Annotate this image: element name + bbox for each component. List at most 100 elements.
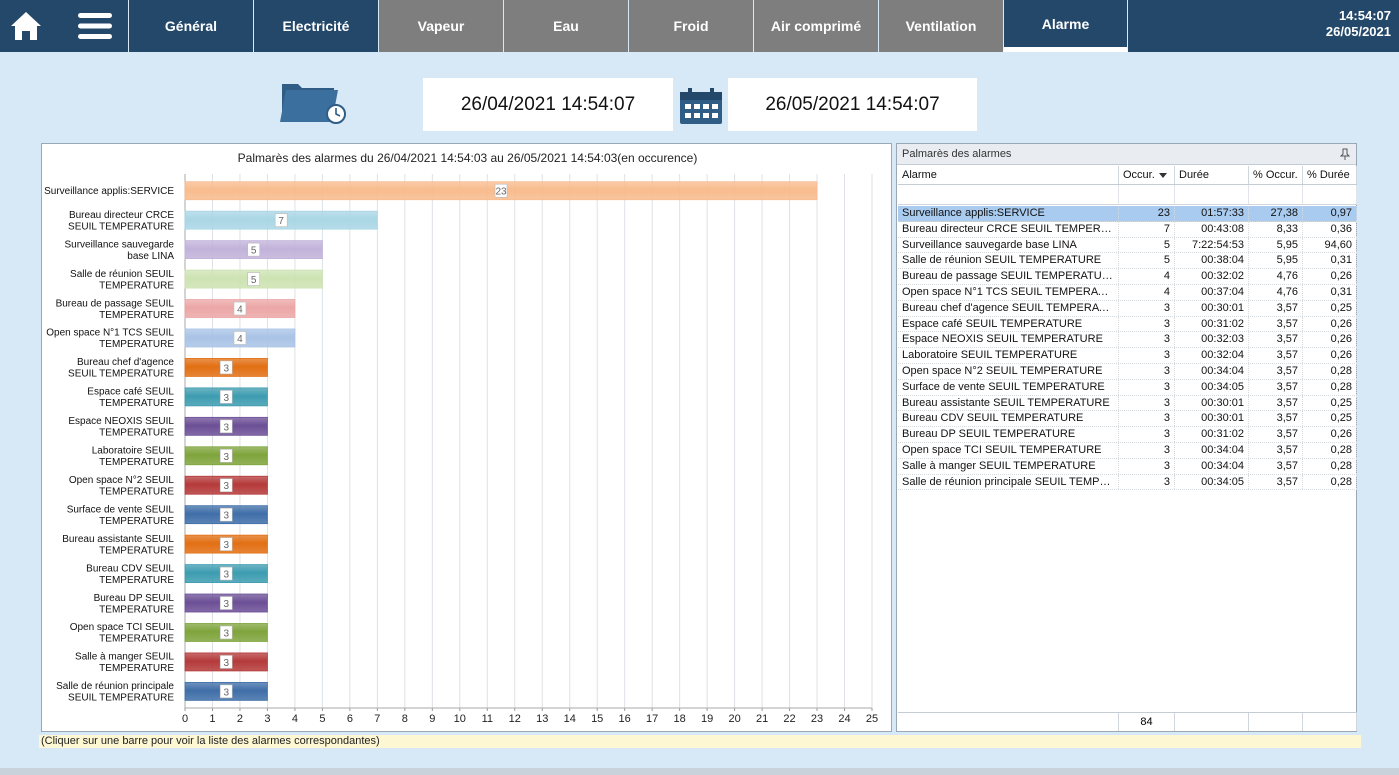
category-label: TEMPERATURE: [99, 663, 174, 674]
column-header-duree[interactable]: Durée: [1175, 166, 1249, 184]
cell-alarme: Bureau chef d'agence SEUIL TEMPERATURE: [898, 300, 1119, 316]
column-header-pct-occur[interactable]: % Occur.: [1249, 166, 1303, 184]
pin-icon[interactable]: [1340, 148, 1350, 160]
x-tick-label: 16: [619, 713, 631, 725]
table-row[interactable]: Open space N°2 SEUIL TEMPERATURE 3 00:34:0…: [898, 363, 1357, 380]
column-header-occur[interactable]: Occur.: [1119, 166, 1175, 184]
table-row[interactable]: Salle de réunion principale SEUIL TEMPER…: [898, 474, 1357, 491]
tab-air-comprime[interactable]: Air comprimé: [753, 0, 878, 52]
cell-occur: 3: [1119, 379, 1175, 395]
alarm-ranking-table-panel: Palmarès des alarmes Alarme Occur. Durée…: [896, 143, 1357, 732]
menu-button[interactable]: [62, 0, 128, 52]
home-button[interactable]: [0, 0, 52, 52]
category-label: Open space TCI SEUIL: [70, 622, 175, 633]
category-label: Bureau CDV SEUIL: [86, 563, 174, 574]
table-caption-text: Palmarès des alarmes: [902, 148, 1012, 160]
table-caption: Palmarès des alarmes: [897, 144, 1356, 165]
tab-vapeur[interactable]: Vapeur: [378, 0, 503, 52]
category-label: SEUIL TEMPERATURE: [68, 693, 174, 704]
cell-pct-duree: 0,28: [1303, 474, 1357, 490]
table-row[interactable]: Bureau directeur CRCE SEUIL TEMPERATURE 7…: [898, 221, 1357, 238]
table-row[interactable]: Surveillance sauvegarde base LINA 5 7:22:5…: [898, 237, 1357, 254]
x-tick-label: 19: [701, 713, 713, 725]
sort-descending-icon: [1158, 172, 1167, 178]
bar-value-label: 23: [495, 187, 507, 198]
category-label: Espace NEOXIS SEUIL: [68, 416, 174, 427]
table-row[interactable]: Laboratoire SEUIL TEMPERATURE 3 00:32:04 3,…: [898, 348, 1357, 364]
filter-cell-pct-occur[interactable]: [1249, 185, 1303, 204]
alarm-bar-chart[interactable]: 0 1 2 3 4 5 6 7 8 9 10 11 12 13 14 15 16 17 18 19 20 21 22 23 24…: [42, 144, 893, 733]
bar-value-label: 3: [223, 363, 229, 374]
column-header-pct-duree[interactable]: % Durée: [1303, 166, 1357, 184]
column-header-alarme[interactable]: Alarme: [898, 166, 1119, 184]
cell-pct-occur: 3,57: [1249, 395, 1303, 411]
tab-alarme[interactable]: Alarme: [1003, 0, 1128, 52]
table-row[interactable]: Bureau DP SEUIL TEMPERATURE 3 00:31:02 3,57…: [898, 427, 1357, 443]
cell-pct-duree: 0,25: [1303, 411, 1357, 427]
bar-value-label: 3: [223, 511, 229, 522]
x-tick-label: 18: [674, 713, 686, 725]
cell-duree: 00:32:04: [1175, 348, 1249, 363]
cell-duree: 00:31:02: [1175, 427, 1249, 442]
table-row[interactable]: Open space N°1 TCS SEUIL TEMPERATURE 4 00:…: [898, 284, 1357, 301]
filter-cell-alarme[interactable]: [898, 185, 1119, 204]
top-nav-bar: Général Electricité Vapeur Eau Froid Air…: [0, 0, 1399, 52]
tab-general[interactable]: Général: [128, 0, 253, 52]
bar-value-label: 3: [223, 422, 229, 433]
tab-eau[interactable]: Eau: [503, 0, 628, 52]
table-row[interactable]: Open space TCI SEUIL TEMPERATURE 3 00:34:0…: [898, 442, 1357, 459]
table-row[interactable]: Bureau CDV SEUIL TEMPERATURE 3 00:30:01 3,5…: [898, 411, 1357, 428]
hamburger-icon: [78, 13, 112, 39]
end-date-field[interactable]: 26/05/2021 14:54:07: [728, 78, 977, 131]
cell-occur: 3: [1119, 458, 1175, 474]
table-row[interactable]: Bureau chef d'agence SEUIL TEMPERATURE 3 0…: [898, 300, 1357, 317]
table-row[interactable]: Surface de vente SEUIL TEMPERATURE 3 00:34…: [898, 379, 1357, 396]
cell-pct-duree: 0,31: [1303, 284, 1357, 300]
category-label: TEMPERATURE: [99, 398, 174, 409]
cell-pct-duree: 0,28: [1303, 379, 1357, 395]
category-label: TEMPERATURE: [99, 604, 174, 615]
start-date-field[interactable]: 26/04/2021 14:54:07: [423, 78, 673, 131]
table-row[interactable]: Bureau de passage SEUIL TEMPERATURE 4 00:3…: [898, 269, 1357, 285]
footer-cell-pct-duree: [1303, 713, 1357, 731]
bar-value-label: 3: [223, 570, 229, 581]
table-row[interactable]: Espace café SEUIL TEMPERATURE 3 00:31:02 3,…: [898, 316, 1357, 333]
bar-value-label: 3: [223, 393, 229, 404]
filter-row[interactable]: [898, 185, 1357, 205]
bar-value-label: 4: [237, 305, 243, 316]
filter-cell-duree[interactable]: [1175, 185, 1249, 204]
cell-alarme: Salle de réunion SEUIL TEMPERATURE: [898, 253, 1119, 269]
tab-electricite[interactable]: Electricité: [253, 0, 378, 52]
footer-cell-alarme: [898, 713, 1119, 731]
cell-pct-duree: 94,60: [1303, 237, 1357, 253]
filter-cell-pct-duree[interactable]: [1303, 185, 1357, 204]
tab-ventilation[interactable]: Ventilation: [878, 0, 1003, 52]
cell-occur: 3: [1119, 332, 1175, 348]
cell-pct-occur: 3,57: [1249, 427, 1303, 442]
x-tick-label: 12: [509, 713, 521, 725]
alarm-grid: Alarme Occur. Durée % Occur. % Durée Sur…: [898, 166, 1357, 491]
category-label: SEUIL TEMPERATURE: [68, 369, 174, 380]
category-label: Open space N°1 TCS SEUIL: [46, 328, 174, 339]
cell-alarme: Espace NEOXIS SEUIL TEMPERATURE: [898, 332, 1119, 348]
calendar-icon[interactable]: [677, 86, 725, 126]
category-label: TEMPERATURE: [99, 575, 174, 586]
table-row[interactable]: Espace NEOXIS SEUIL TEMPERATURE 3 00:32:03…: [898, 332, 1357, 349]
category-label: Bureau directeur CRCE: [69, 210, 174, 221]
category-label: SEUIL TEMPERATURE: [68, 221, 174, 232]
cell-pct-duree: 0,26: [1303, 269, 1357, 284]
tab-froid[interactable]: Froid: [628, 0, 753, 52]
table-row[interactable]: Salle de réunion SEUIL TEMPERATURE 5 00:38…: [898, 253, 1357, 270]
cell-occur: 3: [1119, 395, 1175, 411]
folder-clock-icon[interactable]: [278, 78, 348, 128]
x-tick-label: 25: [866, 713, 878, 725]
filter-cell-occur[interactable]: [1119, 185, 1175, 204]
cell-alarme: Salle de réunion principale SEUIL TEMPER…: [898, 474, 1119, 490]
category-label: Bureau assistante SEUIL: [62, 534, 174, 545]
cell-alarme: Bureau directeur CRCE SEUIL TEMPERATURE: [898, 221, 1119, 237]
table-row[interactable]: Bureau assistante SEUIL TEMPERATURE 3 00:3…: [898, 395, 1357, 412]
table-row[interactable]: Surveillance applis:SERVICE 23 01:57:33 27,…: [898, 206, 1357, 222]
category-label: TEMPERATURE: [99, 634, 174, 645]
cell-pct-duree: 0,25: [1303, 300, 1357, 316]
table-row[interactable]: Salle à manger SEUIL TEMPERATURE 3 00:34:0…: [898, 458, 1357, 475]
